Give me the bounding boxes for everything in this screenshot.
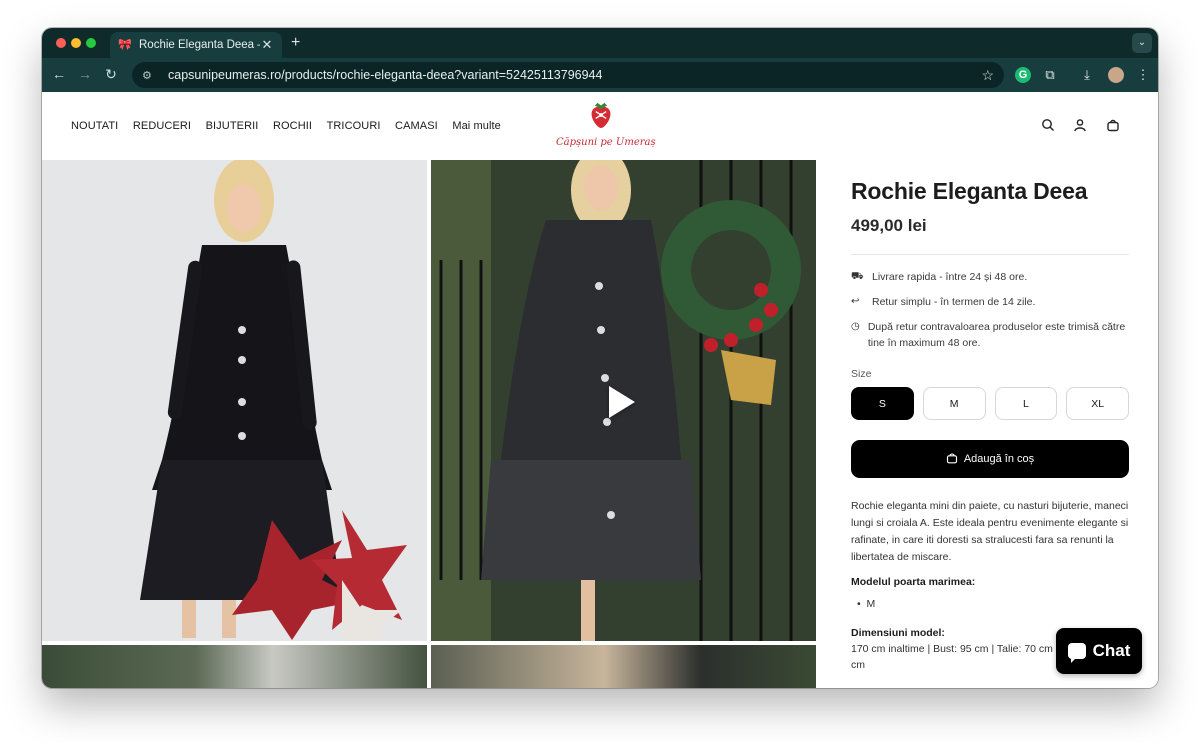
product-price: 499,00 lei [851,216,927,235]
product-title: Rochie Eleganta Deea [851,178,1088,204]
size-selector: S M L XL [851,387,1129,420]
forward-icon[interactable]: → [76,66,94,82]
product-description: Rochie eleganta mini din paiete, cu nast… [851,500,1129,563]
chat-button[interactable]: Chat [1056,628,1142,674]
web-page: NOUTATI REDUCERI BIJUTERII ROCHII TRICOU… [42,92,1158,688]
profile-avatar[interactable] [1108,67,1124,83]
perk-item: ↩ Retur simplu - în termen de 14 zile. [851,294,1129,310]
extensions-icon[interactable]: ⧉ [1040,65,1060,85]
logo-text: Căpșuni pe Umeraș [556,137,656,148]
reload-icon[interactable]: ↻ [102,66,120,83]
chat-icon [1067,643,1086,663]
chat-label: Chat [1092,641,1131,660]
new-tab-button[interactable]: + [291,34,300,52]
account-icon[interactable] [1072,118,1088,134]
product-image-1[interactable] [42,160,427,641]
model-size-text: M [866,598,876,610]
favicon-icon: 🎀 [118,39,132,51]
menu-item-rochii[interactable]: ROCHII [273,120,312,132]
strawberry-logo-icon [591,102,611,128]
star-icon[interactable]: ☆ [981,67,994,84]
tab-close-icon[interactable]: ✕ [260,37,274,53]
truck-icon: ⛟ [851,271,864,282]
menu-item-noutati[interactable]: NOUTATI [71,120,118,132]
add-to-cart-button[interactable]: Adaugă în coș [851,440,1129,478]
back-icon[interactable]: ← [50,66,68,82]
product-info-panel: Rochie Eleganta Deea 499,00 lei ⛟ Livrar… [851,160,1129,673]
grammarly-icon[interactable]: G [1015,67,1031,83]
maximize-window-button[interactable] [86,38,96,48]
cart-icon[interactable] [1105,118,1121,134]
site-header: NOUTATI REDUCERI BIJUTERII ROCHII TRICOU… [42,92,1158,160]
divider [851,254,1129,255]
search-icon[interactable] [1040,118,1056,134]
tab-strip: 🎀 Rochie Eleganta Deea – Caps ✕ + ⌄ [42,28,1158,58]
perk-text: Livrare rapida - între 24 și 48 ore. [872,271,1028,283]
browser-window: 🎀 Rochie Eleganta Deea – Caps ✕ + ⌄ ← → … [42,28,1158,688]
product-video-thumbnail[interactable] [431,160,816,641]
menu-item-bijuterii[interactable]: BIJUTERII [206,120,259,132]
menu-item-reduceri[interactable]: REDUCERI [133,120,191,132]
main-menu: NOUTATI REDUCERI BIJUTERII ROCHII TRICOU… [71,120,515,132]
more-icon[interactable]: ⋮ [1133,65,1153,85]
close-window-button[interactable] [56,38,66,48]
tab-title: Rochie Eleganta Deea – Caps [139,39,260,51]
minimize-window-button[interactable] [71,38,81,48]
size-option-l[interactable]: L [994,387,1058,420]
address-bar[interactable]: ⚙ capsunipeumeras.ro/products/rochie-ele… [132,62,1004,88]
clock-icon: ◷ [851,321,860,332]
browser-toolbar: ← → ↻ ⚙ capsunipeumeras.ro/products/roch… [42,58,1158,92]
menu-item-tricouri[interactable]: TRICOURI [327,120,381,132]
menu-item-camasi[interactable]: CAMASI [395,120,438,132]
size-option-s[interactable]: S [851,387,914,420]
perk-text: Retur simplu - în termen de 14 zile. [872,296,1036,308]
download-icon[interactable]: ⤓ [1077,65,1097,85]
add-to-cart-label: Adaugă în coș [963,453,1035,465]
site-logo[interactable]: Căpșuni pe Umeraș [556,100,656,150]
return-icon: ↩ [851,296,860,307]
product-image-4[interactable] [431,645,816,688]
perk-item: ◷ După retur contravaloarea produselor e… [851,319,1129,351]
perks-list: ⛟ Livrare rapida - între 24 și 48 ore. ↩… [851,269,1129,351]
size-option-m[interactable]: M [922,387,986,420]
url-text[interactable]: capsunipeumeras.ro/products/rochie-elega… [168,68,602,82]
size-option-xl[interactable]: XL [1066,387,1129,420]
play-icon[interactable] [609,386,635,418]
menu-item-more[interactable]: Mai multe [452,120,501,132]
tab-search-icon[interactable]: ⌄ [1132,33,1152,53]
browser-tab[interactable]: 🎀 Rochie Eleganta Deea – Caps ✕ [110,32,282,58]
cart-icon [946,452,958,467]
perk-text: După retur contravaloarea produselor est… [867,321,1126,349]
model-size-value: • M [857,598,876,610]
perk-item: ⛟ Livrare rapida - între 24 și 48 ore. [851,269,1129,285]
model-size-heading: Modelul poarta marimea: [851,576,976,588]
dress-photo [42,160,427,641]
site-info-icon[interactable]: ⚙ [142,69,158,82]
size-label: Size [851,368,872,380]
product-image-3[interactable] [42,645,427,688]
